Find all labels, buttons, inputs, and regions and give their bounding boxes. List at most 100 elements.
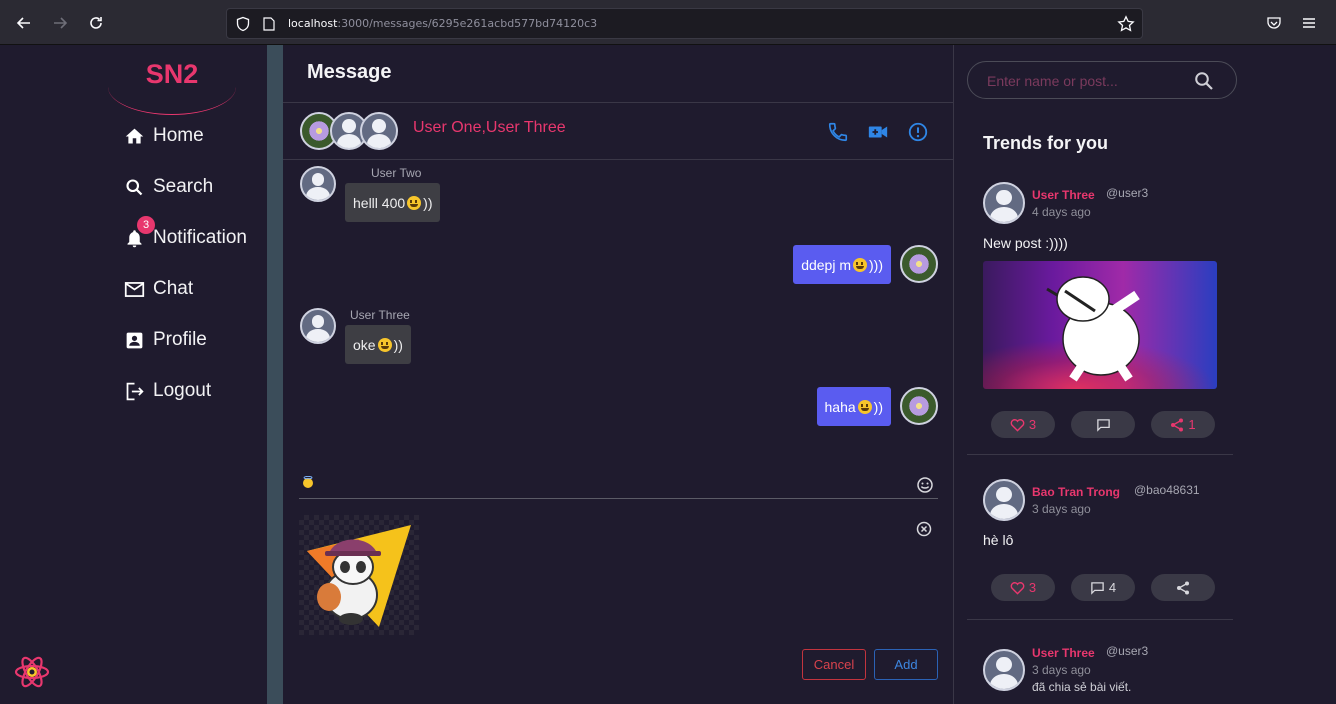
post-text: đã chia sẻ bài viết.	[1032, 680, 1132, 694]
sidebar-item-label: Notification	[153, 227, 247, 248]
message-text: haha	[824, 398, 856, 415]
add-button[interactable]: Add	[874, 649, 938, 680]
sidebar-item-search[interactable]: Search	[124, 172, 213, 202]
home-icon	[124, 126, 145, 147]
pocket-icon[interactable]	[1263, 12, 1285, 34]
post-text: hè lô	[983, 532, 1014, 548]
post-handle: @bao48631	[1134, 483, 1200, 497]
like-count: 3	[1028, 580, 1037, 595]
sidebar-item-notification[interactable]: 3 Notification	[124, 215, 247, 253]
message-text: oke	[353, 336, 376, 353]
avatar[interactable]	[900, 387, 938, 425]
post-image[interactable]	[983, 261, 1217, 389]
comment-icon	[1091, 581, 1104, 595]
divider	[283, 159, 954, 160]
message-suffix: ))	[423, 194, 433, 211]
smiley-emoji-icon	[853, 257, 867, 272]
search-input[interactable]: Enter name or post...	[967, 61, 1237, 99]
notification-badge: 3	[137, 215, 155, 234]
divider	[967, 454, 1233, 455]
like-button[interactable]: 3	[991, 574, 1055, 601]
search-icon[interactable]	[1194, 71, 1214, 91]
avatar[interactable]	[983, 649, 1025, 691]
sidebar-item-chat[interactable]: Chat	[124, 274, 193, 304]
logout-icon	[124, 381, 145, 402]
close-circle-icon[interactable]	[915, 520, 933, 538]
share-button[interactable]	[1151, 574, 1215, 601]
bookmark-star-icon[interactable]	[1117, 15, 1135, 33]
avatar[interactable]	[983, 479, 1025, 521]
heart-icon	[1010, 418, 1025, 432]
info-alert-icon[interactable]	[907, 121, 929, 143]
logo-text: SN2	[145, 59, 199, 89]
sidebar-item-logout[interactable]: Logout	[124, 376, 211, 406]
post-time: 3 days ago	[1032, 663, 1091, 677]
hamburger-menu-icon[interactable]	[1298, 12, 1320, 34]
sidebar-item-home[interactable]: Home	[124, 121, 204, 151]
message-bubble: haha ))	[816, 387, 891, 426]
like-count: 3	[1028, 417, 1037, 432]
like-button[interactable]: 3	[991, 411, 1055, 438]
profile-icon	[124, 330, 145, 351]
post-author[interactable]: Bao Tran Trong	[1032, 485, 1120, 499]
share-button[interactable]: 1	[1151, 411, 1215, 438]
share-icon	[1177, 581, 1189, 594]
shield-icon[interactable]	[235, 16, 251, 32]
mail-icon	[124, 279, 145, 300]
share-count: 1	[1188, 417, 1196, 432]
message-input[interactable]	[299, 470, 938, 499]
url-text[interactable]: localhost:3000/messages/6295e261acbd577b…	[288, 17, 597, 30]
back-arrow-icon[interactable]	[13, 12, 35, 34]
message-text: helll 400	[353, 194, 406, 211]
message-sender: User Two	[371, 166, 422, 180]
bell-icon: 3	[124, 215, 155, 249]
page-title: Message	[307, 61, 392, 83]
conversation-title: User One,User Three	[413, 119, 566, 136]
browser-toolbar: localhost:3000/messages/6295e261acbd577b…	[0, 0, 1336, 45]
message-text: ddepj m	[801, 256, 851, 273]
divider	[283, 102, 954, 103]
post-time: 3 days ago	[1032, 502, 1091, 516]
message-suffix: )))	[869, 256, 883, 273]
message-suffix: ))	[393, 336, 403, 353]
cancel-button[interactable]: Cancel	[802, 649, 866, 680]
sidebar-item-label: Chat	[153, 278, 194, 299]
message-sender: User Three	[350, 308, 410, 322]
page-icon	[263, 17, 275, 31]
avatar[interactable]	[300, 166, 336, 202]
url-path: :3000/messages/6295e261acbd577bd74120c3	[337, 17, 598, 30]
post-author[interactable]: User Three	[1032, 646, 1095, 660]
sidebar-item-label: Logout	[153, 380, 212, 401]
post-author[interactable]: User Three	[1032, 188, 1095, 202]
message-bubble: oke ))	[345, 325, 411, 364]
divider	[967, 619, 1233, 620]
sidebar-item-profile[interactable]: Profile	[124, 325, 207, 355]
panel-divider	[267, 45, 283, 704]
post-handle: @user3	[1106, 186, 1149, 200]
video-call-icon[interactable]	[867, 121, 889, 143]
avatar[interactable]	[900, 245, 938, 283]
sidebar-item-label: Search	[153, 176, 214, 197]
avatar[interactable]	[360, 112, 398, 150]
forward-arrow-icon[interactable]	[49, 12, 71, 34]
post-text: New post :))))	[983, 235, 1068, 251]
share-icon	[1171, 418, 1184, 431]
url-bar[interactable]: localhost:3000/messages/6295e261acbd577b…	[226, 8, 1143, 39]
react-devtools-icon[interactable]	[13, 653, 51, 691]
phone-call-icon[interactable]	[827, 121, 849, 143]
message-bubble: helll 400 ))	[345, 183, 441, 222]
post-handle: @user3	[1106, 644, 1149, 658]
logo[interactable]: SN2	[108, 57, 236, 115]
avatar[interactable]	[983, 182, 1025, 224]
left-sidebar: SN2 Home Search 3 Notification Chat Prof…	[0, 45, 267, 704]
reload-icon[interactable]	[85, 12, 107, 34]
image-preview	[299, 515, 419, 635]
comment-count: 4	[1108, 580, 1117, 595]
right-panel: Enter name or post... Trends for you Use…	[955, 45, 1336, 704]
comment-button[interactable]: 4	[1071, 574, 1135, 601]
chat-panel: Message User One,User Three User Two hel…	[283, 45, 954, 704]
smiley-emoji-icon	[857, 399, 872, 414]
avatar[interactable]	[300, 308, 336, 344]
emoji-picker-icon[interactable]	[916, 476, 934, 494]
comment-button[interactable]	[1071, 411, 1135, 438]
